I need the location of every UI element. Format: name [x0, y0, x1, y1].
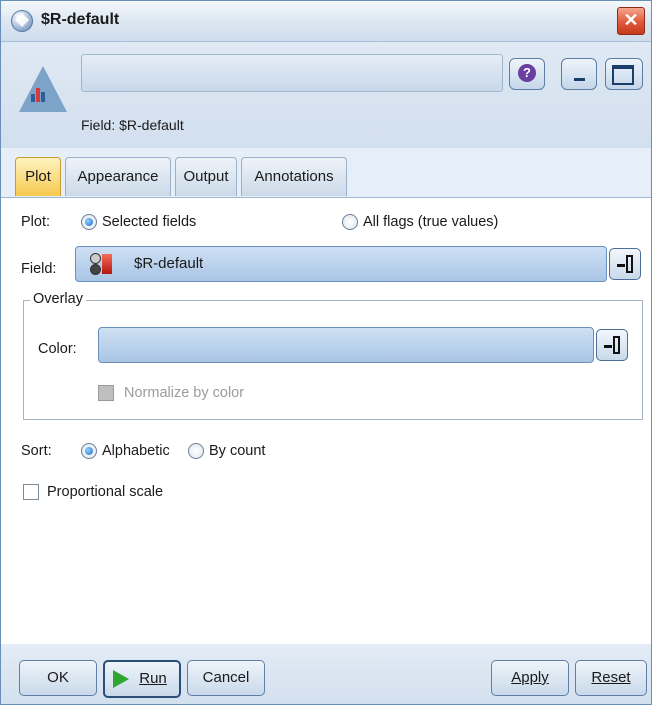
field-select[interactable]: $R-default	[75, 246, 607, 282]
color-picker-button[interactable]	[596, 329, 628, 361]
apply-button[interactable]: Apply	[491, 660, 569, 696]
button-bar: OK Run Cancel Apply Reset	[1, 644, 651, 704]
node-header: Field: $R-default	[1, 42, 651, 148]
tab-annotations[interactable]: Annotations	[241, 157, 347, 196]
reset-button[interactable]: Reset	[575, 660, 647, 696]
cancel-button[interactable]: Cancel	[187, 660, 265, 696]
app-icon	[11, 10, 33, 32]
color-label: Color:	[38, 341, 77, 357]
close-button[interactable]: ✕	[617, 7, 645, 35]
all-flags-label[interactable]: All flags (true values)	[363, 214, 498, 230]
tab-appearance[interactable]: Appearance	[65, 157, 171, 196]
field-select-value: $R-default	[134, 255, 204, 272]
minimize-icon[interactable]	[561, 58, 597, 90]
plot-panel: Plot: Selected fields All flags (true va…	[1, 197, 651, 644]
all-flags-radio[interactable]	[342, 214, 358, 230]
distribution-chart-icon	[23, 72, 63, 108]
help-icon[interactable]	[509, 58, 545, 90]
title-bar[interactable]: $R-default ✕	[1, 1, 651, 42]
selected-fields-radio[interactable]	[81, 214, 97, 230]
field-label: Field:	[21, 261, 57, 277]
overlay-group: Overlay Color: Normalize by color	[23, 291, 643, 420]
flag-field-icon	[90, 253, 114, 275]
tab-output[interactable]: Output	[175, 157, 237, 196]
overlay-legend: Overlay	[30, 291, 86, 307]
sort-alphabetic-radio[interactable]	[81, 443, 97, 459]
sort-label: Sort:	[21, 443, 52, 459]
sort-by-count-radio[interactable]	[188, 443, 204, 459]
ok-button[interactable]: OK	[19, 660, 97, 696]
play-icon	[113, 670, 129, 688]
field-picker-button[interactable]	[609, 248, 641, 280]
dialog-window: $R-default ✕ Field: $R-default Plot Appe…	[0, 0, 652, 705]
node-name-field[interactable]	[81, 54, 503, 92]
run-button-label: Run	[139, 670, 167, 687]
plot-label: Plot:	[21, 214, 51, 230]
normalize-checkbox[interactable]	[98, 385, 114, 401]
selected-fields-label[interactable]: Selected fields	[102, 214, 196, 230]
run-button[interactable]: Run	[103, 660, 181, 698]
normalize-label: Normalize by color	[124, 385, 245, 401]
proportional-scale-label[interactable]: Proportional scale	[47, 484, 163, 500]
sort-by-count-label[interactable]: By count	[209, 443, 265, 459]
field-caption: Field: $R-default	[81, 117, 184, 133]
tab-plot[interactable]: Plot	[15, 157, 61, 196]
sort-alphabetic-label[interactable]: Alphabetic	[102, 443, 170, 459]
color-select[interactable]	[98, 327, 594, 363]
maximize-icon[interactable]	[605, 58, 643, 90]
proportional-scale-checkbox[interactable]	[23, 484, 39, 500]
window-title: $R-default	[41, 11, 120, 28]
